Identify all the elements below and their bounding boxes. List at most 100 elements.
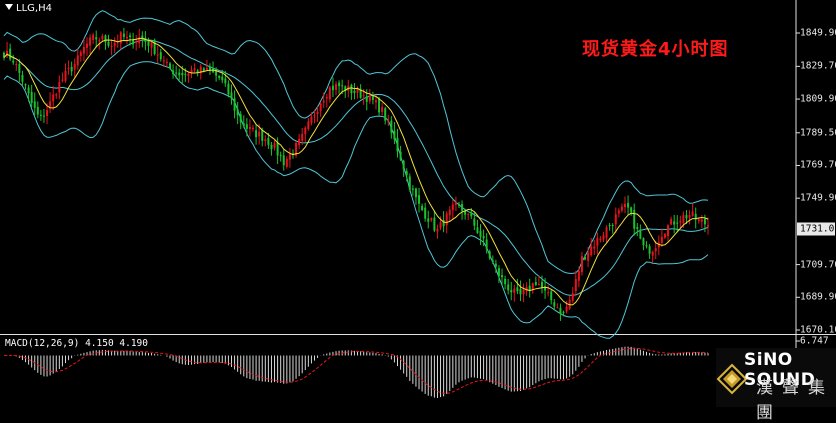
candle-body (338, 82, 341, 87)
candle-body (630, 207, 633, 213)
bollinger-middle-band (3, 39, 709, 296)
candle-body (393, 130, 396, 140)
candle-body (239, 114, 242, 123)
price-tick-label: 1709.70 (800, 259, 836, 271)
candle-body (350, 84, 353, 94)
candle-body (381, 107, 384, 112)
candle-body (104, 35, 107, 43)
candle-body (67, 67, 70, 69)
candle-body (461, 204, 464, 211)
candle-body (258, 131, 261, 137)
candle-body (236, 109, 239, 116)
candle-body (411, 188, 414, 190)
price-tick-label: 1689.90 (800, 291, 836, 303)
candle-body (64, 70, 67, 82)
symbol-text: LLG,H4 (16, 3, 52, 14)
candle-body (353, 90, 356, 93)
candle-body (405, 171, 408, 176)
candle-body (577, 271, 580, 281)
macd-panel (3, 340, 800, 399)
candle-body (507, 284, 510, 291)
candle-body (255, 130, 258, 138)
candle-body (427, 218, 430, 222)
candle-body (371, 96, 374, 101)
candle-body (33, 101, 36, 108)
candle-body (522, 289, 525, 295)
candle-body (110, 46, 113, 48)
candle-body (660, 236, 663, 243)
candle-body (61, 79, 64, 81)
candle-body (599, 238, 602, 241)
candle-body (580, 256, 583, 273)
candle-body (46, 110, 49, 116)
candle-body (421, 205, 424, 211)
candle-body (485, 239, 488, 249)
candle-body (387, 120, 390, 122)
moving-average (3, 37, 709, 306)
candle-body (42, 115, 45, 117)
candle-body (356, 88, 359, 93)
candle-body (537, 284, 540, 286)
candle-body (76, 55, 79, 66)
candle-body (454, 202, 457, 205)
candle-body (396, 137, 399, 152)
candle-body (491, 260, 494, 263)
candle-body (430, 218, 433, 221)
candle-body (95, 37, 98, 40)
candle-body (341, 85, 344, 87)
candle-body (113, 42, 116, 46)
candle-body (107, 41, 110, 46)
candle-body (30, 91, 33, 103)
candle-body (673, 221, 676, 225)
candle-body (470, 212, 473, 217)
candle-body (584, 256, 587, 260)
candle-body (205, 68, 208, 70)
candle-body (184, 74, 187, 76)
candle-body (362, 95, 365, 97)
candle-body (52, 94, 55, 102)
candle-body (433, 217, 436, 231)
candle-body (279, 155, 282, 157)
candle-body (510, 289, 513, 293)
candle-body (135, 41, 138, 44)
price-tick-label: 1749.90 (800, 192, 836, 204)
candle-body (218, 75, 221, 78)
candle-body (399, 151, 402, 160)
candle-body (688, 215, 691, 218)
candle-body (36, 106, 39, 115)
candle-body (636, 227, 639, 229)
candle-body (574, 279, 577, 291)
candle-body (24, 84, 27, 86)
candle-body (264, 139, 267, 142)
macd-signal-line (3, 347, 709, 394)
candle-body (436, 228, 439, 232)
candle-body (645, 245, 648, 247)
candle-body (617, 210, 620, 214)
candle-body (494, 263, 497, 267)
price-tick-label: 1769.70 (800, 159, 836, 171)
candle-body (242, 123, 245, 127)
candle-body (534, 281, 537, 285)
symbol-label: LLG,H4 (5, 3, 52, 14)
candle-body (365, 96, 368, 102)
candle-body (501, 275, 504, 278)
candle-body (27, 87, 30, 94)
moving-average-line (3, 37, 709, 306)
candle-body (587, 252, 590, 261)
candle-body (633, 209, 636, 229)
candle-body (313, 115, 316, 117)
candle-body (623, 203, 626, 208)
candle-body (676, 222, 679, 224)
candle-body (648, 246, 651, 254)
candle-body (614, 214, 617, 225)
candle-body (414, 188, 417, 198)
candle-body (125, 36, 128, 39)
candle-body (181, 73, 184, 76)
candle-body (559, 307, 562, 314)
candle-body (316, 111, 319, 114)
candle-body (473, 218, 476, 226)
candle-body (703, 218, 706, 225)
candle-body (86, 43, 89, 48)
candle-body (663, 234, 666, 238)
candle-body (261, 130, 264, 141)
